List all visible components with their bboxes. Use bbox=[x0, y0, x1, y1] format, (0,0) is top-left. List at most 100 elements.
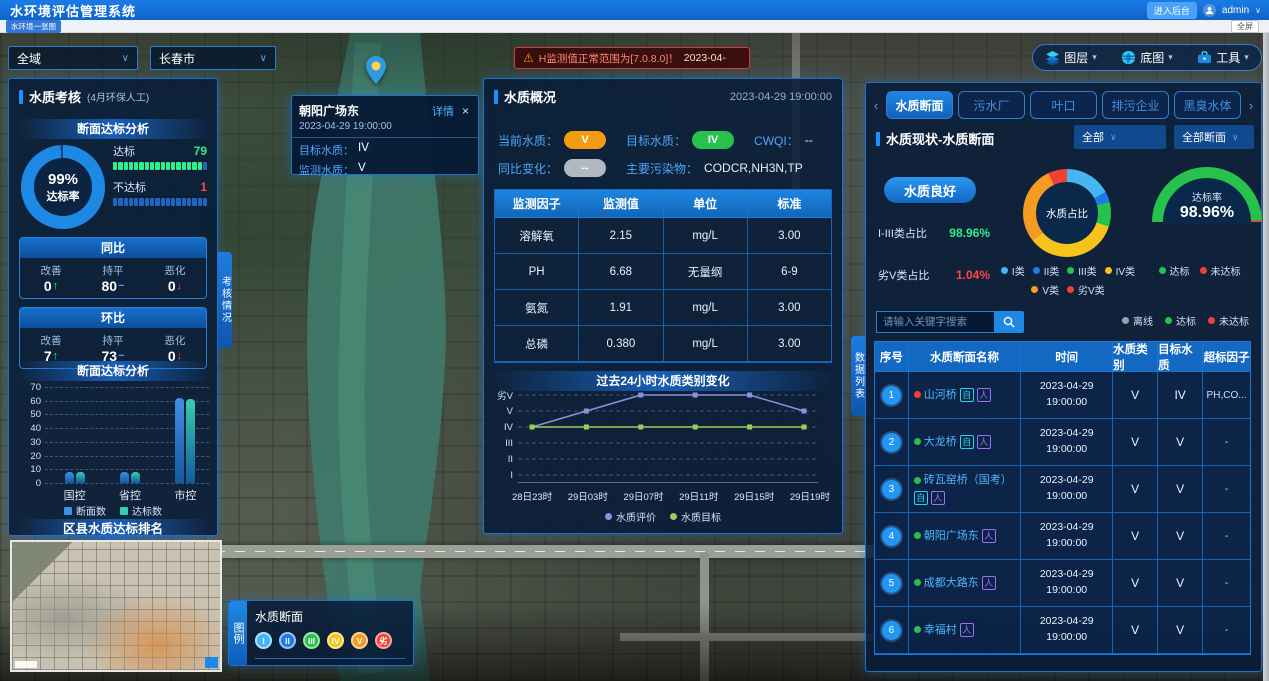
section-row[interactable]: 4朝阳广场东人2023-04-2919:00:00VV- bbox=[875, 513, 1250, 560]
region-select-value: 全域 bbox=[17, 50, 41, 67]
filter-all-select[interactable]: 全部 ∨ bbox=[1074, 125, 1166, 149]
header-时间: 时间 bbox=[1021, 342, 1113, 372]
header-超标因子: 超标因子 bbox=[1203, 342, 1250, 372]
rate-bar-value: 1 bbox=[200, 180, 207, 194]
city-select[interactable]: 长春市 ∨ bbox=[150, 46, 276, 70]
section-row[interactable]: 2大龙桥自人2023-04-2919:00:00VV- bbox=[875, 419, 1250, 466]
section-row[interactable]: 5成都大路东人2023-04-2919:00:00VV- bbox=[875, 560, 1250, 607]
cell-level: V bbox=[1113, 513, 1158, 560]
minimap-zoom-button[interactable] bbox=[205, 657, 218, 668]
tab-排污企业[interactable]: 排污企业 bbox=[1102, 91, 1169, 119]
cell-target: V bbox=[1158, 466, 1203, 513]
pollutant-value: CODCR,NH3N,TP bbox=[704, 161, 803, 175]
legend-dot-icon bbox=[1001, 267, 1008, 274]
target-quality-label: 目标水质： bbox=[626, 132, 686, 149]
legend-dot-icon bbox=[605, 513, 612, 520]
assess-collapse-tab[interactable]: 考核情况 bbox=[218, 252, 232, 348]
y-label: II bbox=[490, 451, 516, 467]
badge-人: 人 bbox=[931, 491, 945, 505]
section-link[interactable]: 大龙桥 bbox=[924, 435, 957, 449]
legend-dot-icon bbox=[1031, 286, 1038, 293]
tab-污水厂[interactable]: 污水厂 bbox=[958, 91, 1025, 119]
popup-detail-link[interactable]: 详情 bbox=[432, 103, 454, 119]
cell-level: V bbox=[1113, 372, 1158, 419]
legend-dot-icon bbox=[914, 438, 921, 445]
legend-circle-V: V bbox=[351, 632, 368, 649]
legend-title: 水质断面 bbox=[255, 608, 405, 625]
map-pin-icon[interactable] bbox=[366, 56, 386, 89]
cell-factor: - bbox=[1203, 607, 1250, 654]
header-序号: 序号 bbox=[875, 342, 909, 372]
y-label: IV bbox=[490, 419, 516, 435]
time-line: 19:00:00 bbox=[1046, 489, 1087, 505]
app-header: 水环境评估管理系统 进入后台 admin ∨ bbox=[0, 0, 1269, 20]
date-line: 2023-04-29 bbox=[1040, 567, 1094, 583]
legend-item-劣V类: 劣V类 bbox=[1067, 282, 1105, 297]
x-label: 28日23时 bbox=[512, 489, 552, 503]
legend-dot-icon bbox=[1165, 317, 1172, 324]
search-button[interactable] bbox=[994, 311, 1024, 333]
data-list-collapse-tab[interactable]: 数据列表 bbox=[851, 336, 865, 416]
date-line: 2023-04-29 bbox=[1040, 614, 1094, 630]
username[interactable]: admin bbox=[1222, 5, 1249, 16]
city-select-value: 长春市 bbox=[159, 50, 195, 67]
section-link[interactable]: 成都大路东 bbox=[924, 576, 979, 590]
section-link[interactable]: 朝阳广场东 bbox=[924, 529, 979, 543]
section-link[interactable]: 山河桥 bbox=[924, 388, 957, 402]
chevron-down-icon: ∨ bbox=[1232, 132, 1239, 143]
fullscreen-button[interactable]: 全屏 bbox=[1231, 20, 1259, 33]
data-panel: ‹ 水质断面污水厂叶口排污企业黑臭水体 › 水质现状-水质断面 全部 ∨ 全部断… bbox=[865, 82, 1262, 672]
section-status-title: 水质现状-水质断面 bbox=[886, 129, 994, 148]
ratio-good-label: I-III类占比 bbox=[878, 225, 927, 241]
header-水质断面名称: 水质断面名称 bbox=[909, 342, 1022, 372]
cwqi-label: CWQI： bbox=[754, 132, 799, 149]
header-监测因子: 监测因子 bbox=[495, 190, 579, 218]
layers-menu[interactable]: 图层 ▾ bbox=[1045, 49, 1097, 66]
cell-target: V bbox=[1158, 419, 1203, 466]
section-link[interactable]: 幸福村 bbox=[924, 623, 957, 637]
chevron-down-icon: ∨ bbox=[122, 53, 129, 64]
region-select[interactable]: 全域 ∨ bbox=[8, 46, 138, 70]
legend-collapse-tab[interactable]: 图例 bbox=[229, 601, 247, 665]
y-tick: 50 bbox=[17, 409, 41, 420]
pollutant-label: 主要污染物： bbox=[626, 160, 698, 177]
basemap-menu[interactable]: 底图 ▾ bbox=[1121, 49, 1173, 66]
x-label: 29日11时 bbox=[679, 489, 718, 503]
cell-time: 2023-04-2919:00:00 bbox=[1021, 419, 1113, 466]
legend-item-IV类: IV类 bbox=[1105, 263, 1135, 278]
trend-flat-icon: − bbox=[118, 350, 124, 362]
tab-水质断面[interactable]: 水质断面 bbox=[886, 91, 953, 119]
section-bar-chart: 706050403020100国控省控市控 bbox=[17, 387, 213, 483]
legend-circle-劣: 劣 bbox=[375, 632, 392, 649]
time-line: 19:00:00 bbox=[1046, 583, 1087, 599]
alert-banner[interactable]: ⚠ H监测值正常范围为[7.0.8.0]！ 2023-04- bbox=[514, 47, 750, 69]
section-link[interactable]: 砖瓦窑桥（国考） bbox=[924, 473, 1012, 487]
minimap[interactable] bbox=[10, 540, 222, 672]
close-icon[interactable]: × bbox=[460, 104, 471, 118]
cell-factor: - bbox=[1203, 419, 1250, 466]
backend-button[interactable]: 进入后台 bbox=[1147, 2, 1197, 19]
section-row[interactable]: 6幸福村人2023-04-2919:00:00VV- bbox=[875, 607, 1250, 654]
popup-title: 朝阳广场东 bbox=[299, 102, 359, 119]
gridline bbox=[45, 387, 209, 388]
nav-tab-map[interactable]: 水环境一张图 bbox=[6, 20, 61, 33]
tabs-scroll-left-icon[interactable]: ‹ bbox=[869, 91, 883, 119]
cell-factor: - bbox=[1203, 513, 1250, 560]
section-row[interactable]: 3砖瓦窑桥（国考）自人2023-04-2919:00:00VV- bbox=[875, 466, 1250, 513]
cell: 3.00 bbox=[748, 218, 831, 254]
x-label: 29日07时 bbox=[623, 489, 663, 503]
search-input[interactable] bbox=[876, 311, 994, 333]
legend-item-达标: 达标 bbox=[1165, 313, 1196, 328]
page-scrollbar[interactable] bbox=[1263, 33, 1269, 681]
cell: mg/L bbox=[664, 326, 748, 362]
chevron-down-icon: ∨ bbox=[1110, 132, 1117, 143]
tools-menu[interactable]: 工具 ▾ bbox=[1197, 49, 1249, 66]
legend-circle-III: III bbox=[303, 632, 320, 649]
tab-叶口[interactable]: 叶口 bbox=[1030, 91, 1097, 119]
y-label: III bbox=[490, 435, 516, 451]
tab-黑臭水体[interactable]: 黑臭水体 bbox=[1174, 91, 1241, 119]
legend-item-水质评价: 水质评价 bbox=[605, 509, 656, 524]
section-row[interactable]: 1山河桥自人2023-04-2919:00:00VIVPH,CO... bbox=[875, 372, 1250, 419]
tabs-scroll-right-icon[interactable]: › bbox=[1244, 91, 1258, 119]
filter-section-select[interactable]: 全部断面 ∨ bbox=[1174, 125, 1254, 149]
